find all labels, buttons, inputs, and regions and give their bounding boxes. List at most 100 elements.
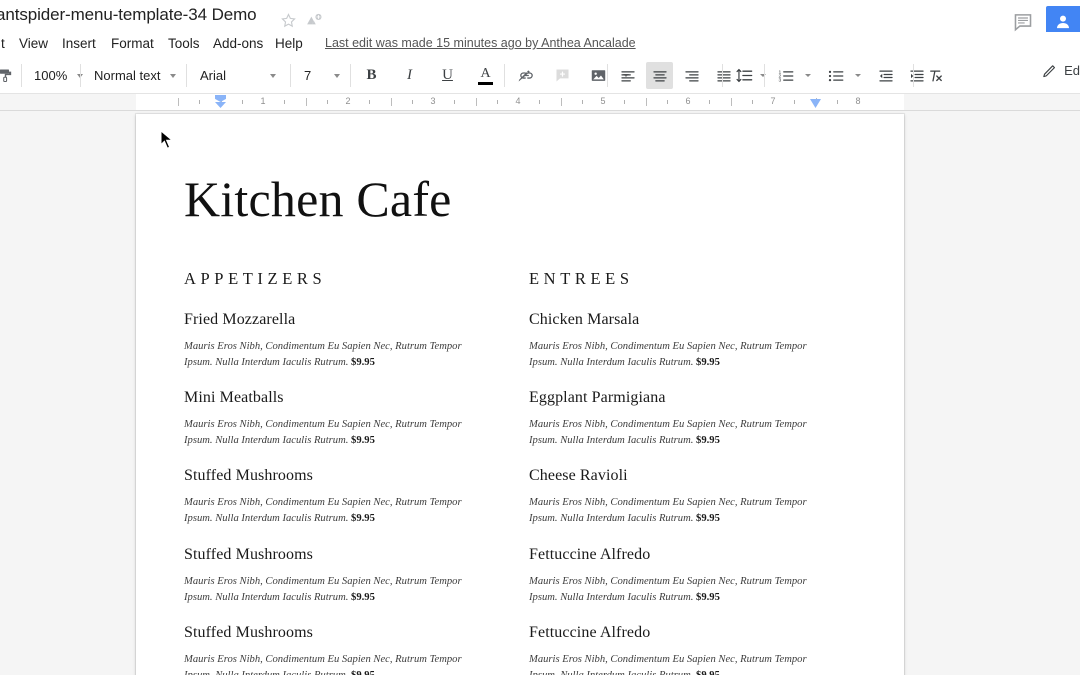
ruler-minor-tick — [581, 100, 583, 104]
document-title[interactable]: antspider-menu-template-34 Demo — [0, 5, 257, 25]
editing-mode-button[interactable]: Ed — [1041, 62, 1080, 79]
align-right-button[interactable] — [678, 62, 705, 89]
menu-column-entrees: ENTREES Chicken Marsala Mauris Eros Nibh… — [529, 269, 874, 675]
menu-item-price: $9.95 — [696, 591, 720, 603]
menu-item-name: Fried Mozzarella — [184, 311, 296, 328]
ruler-minor-tick — [284, 100, 286, 104]
underline-button[interactable]: U — [434, 62, 461, 89]
svg-text:3: 3 — [778, 77, 781, 83]
numbered-list-button[interactable]: 1 2 3 — [772, 62, 799, 89]
align-center-button[interactable] — [646, 62, 673, 89]
ruler-minor-tick — [751, 100, 753, 104]
menu-item: Cheese Ravioli Mauris Eros Nibh, Condime… — [529, 467, 874, 527]
ruler[interactable]: 1 2 3 4 5 6 7 8 — [136, 94, 904, 110]
editing-mode-label: Ed — [1064, 63, 1080, 78]
document-canvas[interactable]: Kitchen Cafe APPETIZERS Fried Mozzarella… — [0, 111, 1080, 675]
ruler-number: 7 — [770, 96, 776, 106]
menu-item-price: $9.95 — [351, 670, 375, 675]
right-indent-marker[interactable] — [810, 99, 821, 108]
bulleted-list-button[interactable] — [822, 62, 849, 89]
menu-item-price: $9.95 — [351, 591, 375, 603]
ruler-minor-tick — [369, 100, 371, 104]
menu-item-description: Mauris Eros Nibh, Condimentum Eu Sapien … — [184, 652, 484, 675]
zoom-dropdown[interactable]: 100% — [30, 62, 87, 89]
menu-item-description: Mauris Eros Nibh, Condimentum Eu Sapien … — [529, 341, 807, 369]
ruler-minor-tick — [454, 100, 456, 104]
toolbar: 100% Normal text Arial 7 B I U A 1 2 3 E… — [0, 57, 1080, 94]
ruler-minor-tick — [666, 100, 668, 104]
menu-item-description: Mauris Eros Nibh, Condimentum Eu Sapien … — [184, 497, 462, 525]
document-page[interactable]: Kitchen Cafe APPETIZERS Fried Mozzarella… — [136, 114, 904, 675]
ruler-minor-tick — [496, 100, 498, 104]
star-icon[interactable] — [280, 12, 297, 29]
menu-item: Fettuccine Alfredo Mauris Eros Nibh, Con… — [529, 624, 874, 675]
font-size-dropdown[interactable]: 7 — [300, 62, 344, 89]
menu-item-price: $9.95 — [351, 513, 375, 525]
menu-item-price: $9.95 — [351, 435, 375, 447]
chevron-down-icon — [170, 73, 177, 78]
ruler-minor-tick — [836, 100, 838, 104]
menu-item-price: $9.95 — [696, 357, 720, 369]
menu-item: Eggplant Parmigiana Mauris Eros Nibh, Co… — [529, 389, 874, 449]
ruler-bar: 1 2 3 4 5 6 7 8 — [0, 94, 1080, 111]
menu-item-name: Fettuccine Alfredo — [529, 623, 651, 641]
ruler-half-tick — [645, 98, 647, 106]
text-color-button[interactable]: A — [472, 62, 499, 89]
insert-link-button[interactable] — [513, 62, 540, 89]
menu-bar: t View Insert Format Tools Add-ons Help … — [0, 32, 1080, 57]
ruler-minor-tick — [624, 100, 626, 104]
section-heading: APPETIZERS — [184, 269, 327, 288]
last-edit-status[interactable]: Last edit was made 15 minutes ago by Ant… — [325, 36, 636, 50]
menu-item-insert[interactable]: Insert — [57, 34, 101, 53]
ruler-number: 4 — [515, 96, 521, 106]
menu-item-price: $9.95 — [696, 513, 720, 525]
comments-icon[interactable] — [1012, 11, 1034, 33]
ruler-major-tick — [178, 98, 179, 106]
chevron-down-icon — [270, 73, 276, 78]
add-comment-button[interactable] — [549, 62, 576, 89]
menu-item-help[interactable]: Help — [270, 34, 308, 53]
paragraph-style-value: Normal text — [94, 68, 161, 83]
menu-item-name: Fettuccine Alfredo — [529, 545, 651, 563]
ruler-minor-tick — [709, 100, 711, 104]
line-spacing-button[interactable] — [731, 62, 758, 89]
paint-format-icon[interactable] — [0, 62, 19, 89]
menu-item-name: Mini Meatballs — [184, 389, 284, 407]
bold-button[interactable]: B — [358, 62, 385, 89]
google-docs-window: antspider-menu-template-34 Demo t View I… — [0, 0, 1080, 675]
chevron-down-icon[interactable] — [760, 74, 766, 77]
menu-item-name: Stuffed Mushrooms — [184, 545, 313, 563]
text-color-swatch — [478, 81, 493, 85]
ruler-number: 2 — [345, 96, 351, 106]
menu-item-add-ons[interactable]: Add-ons — [208, 34, 268, 53]
ruler-minor-tick — [241, 100, 243, 104]
font-family-dropdown[interactable]: Arial — [196, 62, 280, 89]
ruler-minor-tick — [794, 100, 796, 104]
menu-column-appetizers: APPETIZERS Fried Mozzarella Mauris Eros … — [184, 269, 529, 675]
pencil-icon — [1043, 65, 1056, 78]
ruler-half-tick — [475, 98, 477, 106]
menu-item-name: Cheese Ravioli — [529, 467, 628, 485]
ruler-minor-tick — [411, 100, 413, 104]
clear-formatting-button[interactable] — [922, 62, 949, 89]
menu-item: Stuffed Mushrooms Mauris Eros Nibh, Cond… — [184, 546, 529, 606]
menu-item-view[interactable]: View — [14, 34, 53, 53]
menu-item-name: Chicken Marsala — [529, 311, 640, 328]
italic-button[interactable]: I — [396, 62, 423, 89]
align-left-button[interactable] — [614, 62, 641, 89]
move-to-folder-icon[interactable] — [305, 12, 322, 29]
ruler-number: 1 — [260, 96, 266, 106]
menu-item-description: Mauris Eros Nibh, Condimentum Eu Sapien … — [529, 575, 807, 603]
menu-item-tools[interactable]: Tools — [163, 34, 205, 53]
chevron-down-icon[interactable] — [855, 74, 861, 77]
menu-item-description: Mauris Eros Nibh, Condimentum Eu Sapien … — [184, 341, 462, 369]
ruler-number: 8 — [855, 96, 861, 106]
paragraph-style-dropdown[interactable]: Normal text — [90, 62, 180, 89]
decrease-indent-button[interactable] — [872, 62, 899, 89]
menu-item-edit[interactable]: t — [0, 34, 10, 53]
chevron-down-icon[interactable] — [805, 74, 811, 77]
menu-item-price: $9.95 — [696, 435, 720, 447]
first-line-indent-marker[interactable] — [215, 102, 226, 108]
left-indent-marker[interactable] — [215, 95, 226, 102]
menu-item-format[interactable]: Format — [106, 34, 159, 53]
